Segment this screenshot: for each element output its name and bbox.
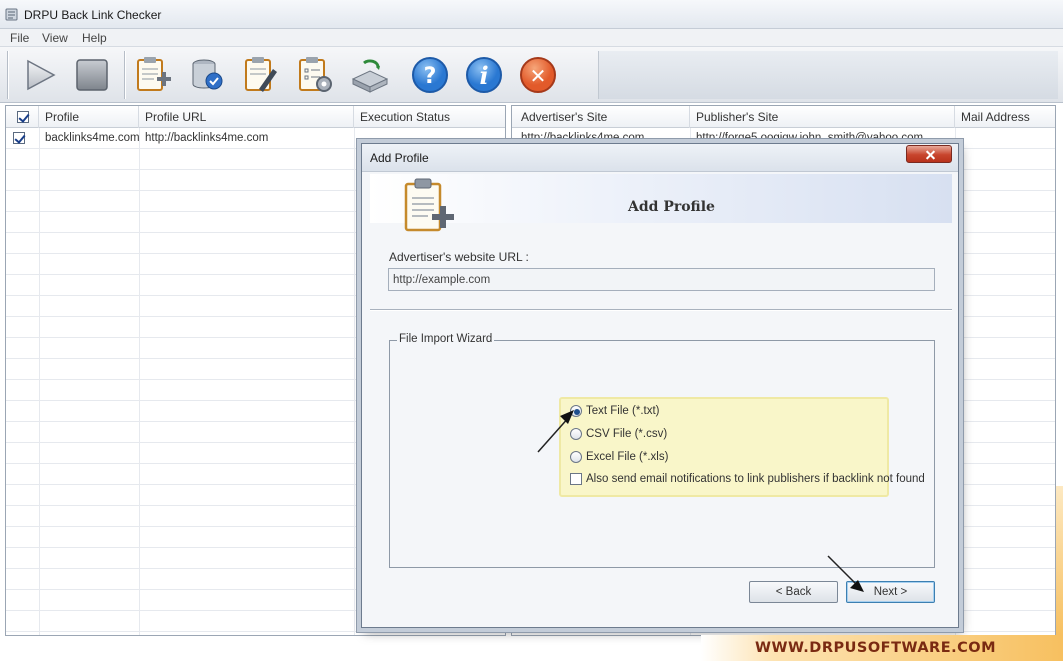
pointer-arrow-icon bbox=[827, 555, 864, 592]
add-profile-dialog: Add Profile Add Profile Advertiser's web… bbox=[361, 143, 959, 628]
refresh-drive-icon[interactable] bbox=[350, 55, 390, 95]
add-profile-icon[interactable] bbox=[133, 55, 173, 95]
toolbar-filler bbox=[598, 51, 1058, 99]
help-icon[interactable]: ? bbox=[410, 55, 450, 95]
link-table-header: Advertiser's Site Publisher's Site Mail … bbox=[512, 106, 1055, 128]
svg-text:i: i bbox=[479, 61, 488, 90]
column-publishers-site[interactable]: Publisher's Site bbox=[690, 106, 955, 128]
menu-bar: File View Help bbox=[0, 29, 1063, 47]
toolbar: ? i ✕ bbox=[0, 47, 1063, 103]
profile-url-cell: http://backlinks4me.com bbox=[145, 132, 269, 144]
app-icon bbox=[5, 8, 18, 21]
option-csv-file[interactable]: CSV File (*.csv) bbox=[570, 426, 667, 444]
window-title: DRPU Back Link Checker bbox=[24, 8, 162, 22]
title-bar: DRPU Back Link Checker bbox=[0, 0, 1063, 29]
menu-file[interactable]: File bbox=[10, 31, 29, 45]
info-icon[interactable]: i bbox=[464, 55, 504, 95]
watermark-text: WWW.DRPUSOFTWARE.COM bbox=[755, 640, 997, 656]
pointer-arrow-icon bbox=[537, 410, 574, 453]
database-icon[interactable] bbox=[186, 55, 226, 95]
option-text-file[interactable]: Text File (*.txt) bbox=[570, 403, 659, 421]
dialog-title: Add Profile bbox=[370, 151, 429, 165]
play-icon[interactable] bbox=[20, 55, 60, 95]
row-checkbox[interactable] bbox=[13, 132, 25, 144]
exit-icon[interactable]: ✕ bbox=[518, 55, 558, 95]
clipboard-add-icon bbox=[404, 178, 454, 232]
dialog-divider bbox=[370, 309, 952, 311]
dialog-close-button[interactable] bbox=[906, 145, 952, 163]
column-profile-url[interactable]: Profile URL bbox=[139, 106, 354, 128]
dialog-heading: Add Profile bbox=[628, 199, 715, 215]
profile-cell: backlinks4me.com bbox=[45, 132, 139, 144]
watermark-stripe bbox=[1056, 486, 1063, 636]
column-profile[interactable]: Profile bbox=[39, 106, 139, 128]
svg-text:?: ? bbox=[424, 64, 437, 89]
menu-view[interactable]: View bbox=[42, 31, 68, 45]
stop-icon[interactable] bbox=[72, 55, 112, 95]
column-advertisers-site[interactable]: Advertiser's Site bbox=[515, 106, 690, 128]
advertiser-url-input[interactable] bbox=[388, 268, 935, 291]
mail-cell bbox=[955, 128, 1055, 149]
column-mail-address[interactable]: Mail Address bbox=[955, 106, 1055, 128]
select-all-checkbox[interactable] bbox=[17, 111, 29, 123]
import-options-panel: Text File (*.txt) CSV File (*.csv) Excel… bbox=[559, 397, 925, 497]
profile-table-header: Profile Profile URL Execution Status bbox=[6, 106, 505, 128]
option-notify-publishers[interactable]: Also send email notifications to link pu… bbox=[570, 471, 925, 489]
dialog-title-bar: Add Profile bbox=[362, 144, 958, 172]
option-excel-file[interactable]: Excel File (*.xls) bbox=[570, 449, 668, 467]
column-execution-status[interactable]: Execution Status bbox=[354, 106, 505, 128]
watermark-banner: WWW.DRPUSOFTWARE.COM bbox=[701, 635, 1063, 661]
dialog-header: Add Profile bbox=[370, 174, 952, 232]
settings-list-icon[interactable] bbox=[295, 55, 335, 95]
group-legend: File Import Wizard bbox=[397, 333, 495, 345]
notify-checkbox[interactable] bbox=[570, 473, 582, 485]
url-label: Advertiser's website URL : bbox=[389, 250, 529, 264]
edit-profile-icon[interactable] bbox=[241, 55, 281, 95]
svg-text:✕: ✕ bbox=[530, 64, 547, 88]
menu-help[interactable]: Help bbox=[82, 31, 107, 45]
